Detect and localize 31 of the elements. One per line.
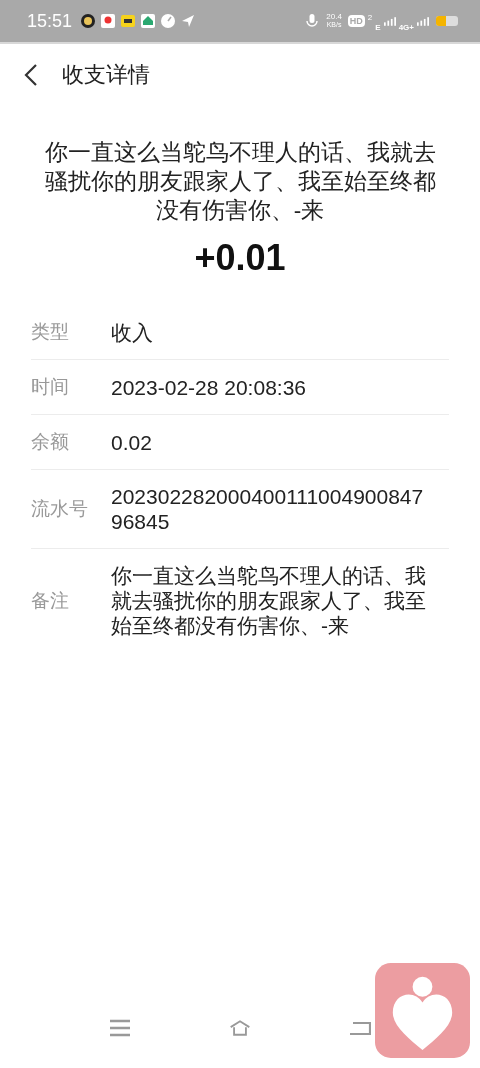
back-nav-icon[interactable] [349,1019,371,1037]
detail-label: 备注 [31,588,70,613]
detail-value: 0.02 [111,429,152,455]
menu-icon[interactable] [109,1019,131,1037]
gauge-icon [160,13,177,29]
transaction-remark: 你一直这么当鸵鸟不理人的话、我就去骚扰你的朋友跟家人了、我至始至终都没有伤害你、-来 [43,139,437,225]
house-icon [140,13,157,29]
network-type: E [375,22,381,32]
detail-label: 流水号 [31,497,89,521]
page-title: 收支详情 [62,61,150,89]
detail-label: 类型 [31,320,70,344]
battery-icon [436,16,458,26]
hd-index: 2 [367,12,373,22]
network-type: 4G+ [398,22,414,32]
detail-label: 余额 [31,430,70,454]
send-icon [180,13,197,29]
home-icon[interactable] [229,1019,251,1037]
amount: +0.01 [193,237,287,279]
app-icon [120,13,137,29]
detail-label: 时间 [31,375,70,399]
signal-icon [383,16,396,26]
status-time: 15:51 [27,10,73,32]
network-speed: 20.4 [326,13,342,21]
detail-value: 收入 [111,319,153,345]
detail-value: 2023-02-28 20:08:36 [111,374,306,400]
microphone-icon [304,13,321,29]
detail-value: 你一直这么当鸵鸟不理人的话、我就去骚扰你的朋友跟家人了、我至始至终都没有伤害你、-来 [111,563,427,638]
signal-icon [417,16,429,26]
hd-badge: HD [347,15,365,27]
detail-value: 20230228200040011100490084796845 [111,484,425,534]
heart-app-icon[interactable] [375,963,470,1058]
